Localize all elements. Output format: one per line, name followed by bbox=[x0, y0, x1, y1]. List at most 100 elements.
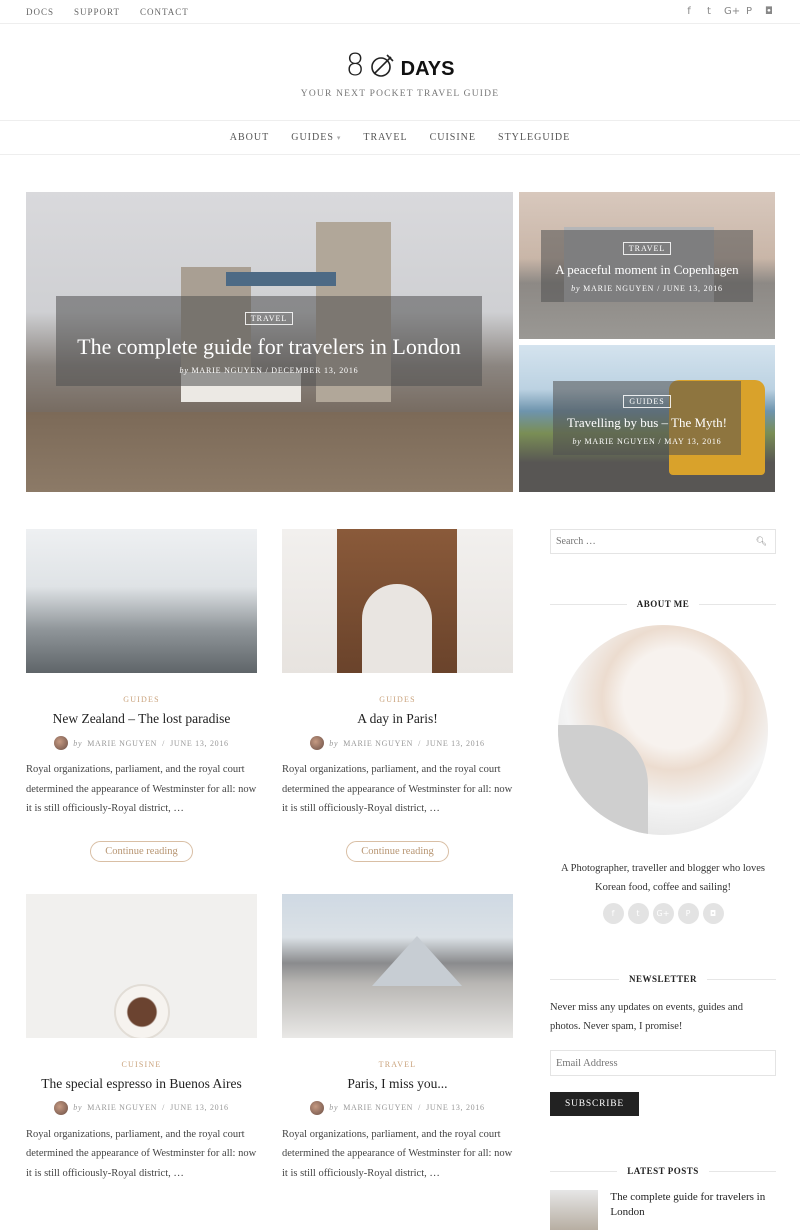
email-field[interactable] bbox=[556, 1057, 770, 1069]
post-category[interactable]: GUIDES bbox=[282, 695, 513, 704]
category-tag[interactable]: TRAVEL bbox=[622, 242, 672, 255]
featured-title[interactable]: Travelling by bus – The Myth! bbox=[553, 415, 741, 431]
featured-overlay: TRAVEL A peaceful moment in Copenhagen b… bbox=[541, 230, 753, 302]
email-box bbox=[550, 1050, 776, 1076]
post-grid: GUIDES New Zealand – The lost paradise b… bbox=[26, 529, 513, 1183]
post-date: JUNE 13, 2016 bbox=[426, 738, 485, 748]
featured-main-post[interactable]: TRAVEL The complete guide for travelers … bbox=[26, 192, 513, 492]
globe-plane-icon bbox=[369, 53, 395, 79]
latest-post-thumbnail[interactable] bbox=[550, 1190, 599, 1230]
post-thumbnail[interactable] bbox=[282, 893, 513, 1038]
post-thumbnail[interactable] bbox=[26, 893, 257, 1038]
post-category[interactable]: CUISINE bbox=[26, 1060, 257, 1069]
top-bar: DOCS SUPPORT CONTACT f t G+ P ◘ bbox=[0, 0, 800, 24]
featured-title[interactable]: The complete guide for travelers in Lond… bbox=[56, 334, 482, 360]
top-link-contact[interactable]: CONTACT bbox=[140, 7, 189, 17]
nav-item-cuisine[interactable]: CUISINE bbox=[430, 132, 476, 143]
post-meta: by MARIE NGUYEN / JUNE 13, 2016 bbox=[26, 1100, 257, 1115]
featured-overlay: GUIDES Travelling by bus – The Myth! by … bbox=[553, 381, 741, 455]
top-links: DOCS SUPPORT CONTACT bbox=[26, 7, 189, 17]
search-icon[interactable]: 🔍︎ bbox=[756, 537, 767, 547]
post-date: JUNE 13, 2016 bbox=[170, 1103, 229, 1112]
post-excerpt: Royal organizations, parliament, and the… bbox=[26, 764, 257, 814]
author-avatar bbox=[310, 736, 325, 750]
post-date: JUNE 13, 2016 bbox=[170, 738, 229, 748]
author-name[interactable]: MARIE NGUYEN bbox=[583, 284, 654, 293]
pinterest-icon[interactable]: P bbox=[677, 903, 699, 924]
facebook-icon[interactable]: f bbox=[602, 903, 624, 924]
by-label: by bbox=[73, 1103, 83, 1112]
about-social: f t G+ P ◘ bbox=[550, 903, 776, 924]
latest-post-item[interactable]: The complete guide for travelers in Lond… bbox=[550, 1190, 776, 1230]
subscribe-button[interactable]: SUBSCRIBE bbox=[550, 1092, 639, 1116]
author-name[interactable]: MARIE NGUYEN bbox=[192, 366, 263, 375]
post-card: GUIDES New Zealand – The lost paradise b… bbox=[26, 529, 257, 862]
post-excerpt: Royal organizations, parliament, and the… bbox=[26, 1128, 257, 1179]
author-name[interactable]: MARIE NGUYEN bbox=[343, 1103, 413, 1112]
nav-item-styleguide[interactable]: STYLEGUIDE bbox=[498, 132, 570, 143]
site-header: 8 DAYS YOUR NEXT POCKET TRAVEL GUIDE bbox=[0, 24, 800, 121]
top-link-support[interactable]: SUPPORT bbox=[74, 7, 120, 17]
thumbnail-image-part bbox=[337, 529, 457, 673]
google-plus-icon[interactable]: G+ bbox=[652, 903, 674, 924]
nav-item-label: GUIDES bbox=[291, 132, 334, 143]
photo-image-part bbox=[558, 725, 648, 835]
by-label: by bbox=[329, 1103, 339, 1112]
featured-side-post[interactable]: TRAVEL A peaceful moment in Copenhagen b… bbox=[519, 192, 775, 339]
featured-side-post[interactable]: GUIDES Travelling by bus – The Myth! by … bbox=[519, 345, 775, 492]
author-name[interactable]: MARIE NGUYEN bbox=[584, 437, 655, 446]
post-title[interactable]: New Zealand – The lost paradise bbox=[26, 711, 257, 727]
post-date: JUNE 13, 2016 bbox=[662, 284, 723, 293]
post-meta: by MARIE NGUYEN / JUNE 13, 2016 bbox=[26, 736, 257, 750]
site-logo[interactable]: 8 DAYS bbox=[346, 48, 455, 83]
category-tag[interactable]: GUIDES bbox=[623, 395, 671, 408]
post-category[interactable]: TRAVEL bbox=[282, 1060, 513, 1069]
latest-post-title[interactable]: The complete guide for travelers in Lond… bbox=[610, 1190, 776, 1230]
post-thumbnail[interactable] bbox=[282, 529, 513, 673]
post-card: CUISINE The special espresso in Buenos A… bbox=[26, 893, 257, 1184]
about-text: A Photographer, traveller and blogger wh… bbox=[561, 863, 765, 893]
author-avatar bbox=[54, 736, 69, 750]
hero-image-part bbox=[226, 272, 336, 286]
logo-number: 8 bbox=[345, 48, 365, 83]
post-category[interactable]: GUIDES bbox=[26, 695, 257, 704]
nav-item-guides[interactable]: GUIDES ▾ bbox=[291, 132, 341, 143]
post-title[interactable]: The special espresso in Buenos Aires bbox=[26, 1076, 257, 1092]
continue-reading-button[interactable]: Continue reading bbox=[90, 840, 193, 862]
author-name[interactable]: MARIE NGUYEN bbox=[87, 1103, 157, 1112]
post-title[interactable]: A day in Paris! bbox=[282, 711, 513, 727]
author-name[interactable]: MARIE NGUYEN bbox=[343, 739, 413, 748]
twitter-icon[interactable]: t bbox=[627, 903, 649, 924]
latest-posts-title: LATEST POSTS bbox=[550, 1166, 776, 1176]
newsletter-text: Never miss any updates on events, guides… bbox=[550, 1002, 744, 1032]
thumbnail-image-part bbox=[372, 935, 462, 986]
post-thumbnail[interactable] bbox=[26, 529, 257, 673]
site-tagline: YOUR NEXT POCKET TRAVEL GUIDE bbox=[300, 89, 500, 99]
post-card: TRAVEL Paris, I miss you... by MARIE NGUY… bbox=[282, 893, 513, 1184]
nav-item-travel[interactable]: TRAVEL bbox=[363, 132, 407, 143]
pinterest-icon[interactable]: P bbox=[744, 6, 754, 17]
featured-overlay: TRAVEL The complete guide for travelers … bbox=[56, 296, 482, 386]
post-title[interactable]: Paris, I miss you... bbox=[282, 1076, 513, 1092]
featured-title[interactable]: A peaceful moment in Copenhagen bbox=[541, 262, 753, 278]
main-nav: ABOUT GUIDES ▾ TRAVEL CUISINE STYLEGUIDE bbox=[0, 121, 800, 155]
thumbnail-image-part bbox=[114, 983, 170, 1038]
instagram-icon[interactable]: ◘ bbox=[764, 6, 774, 17]
nav-item-about[interactable]: ABOUT bbox=[230, 132, 269, 143]
twitter-icon[interactable]: t bbox=[704, 6, 714, 17]
by-label: by bbox=[179, 366, 189, 375]
google-plus-icon[interactable]: G+ bbox=[724, 6, 740, 17]
about-photo bbox=[558, 625, 768, 835]
continue-reading-button[interactable]: Continue reading bbox=[346, 840, 449, 862]
author-name[interactable]: MARIE NGUYEN bbox=[87, 739, 157, 748]
facebook-icon[interactable]: f bbox=[684, 6, 694, 17]
category-tag[interactable]: TRAVEL bbox=[244, 312, 294, 325]
featured-byline: by MARIE NGUYEN / MAY 13, 2016 bbox=[572, 437, 722, 446]
logo-word: DAYS bbox=[400, 58, 455, 80]
search-box: 🔍︎ bbox=[550, 529, 776, 554]
instagram-icon[interactable]: ◘ bbox=[702, 903, 724, 924]
post-date: DECEMBER 13, 2016 bbox=[271, 366, 359, 375]
search-input[interactable] bbox=[556, 536, 736, 547]
top-link-docs[interactable]: DOCS bbox=[26, 7, 54, 17]
post-excerpt: Royal organizations, parliament, and the… bbox=[282, 1128, 513, 1179]
